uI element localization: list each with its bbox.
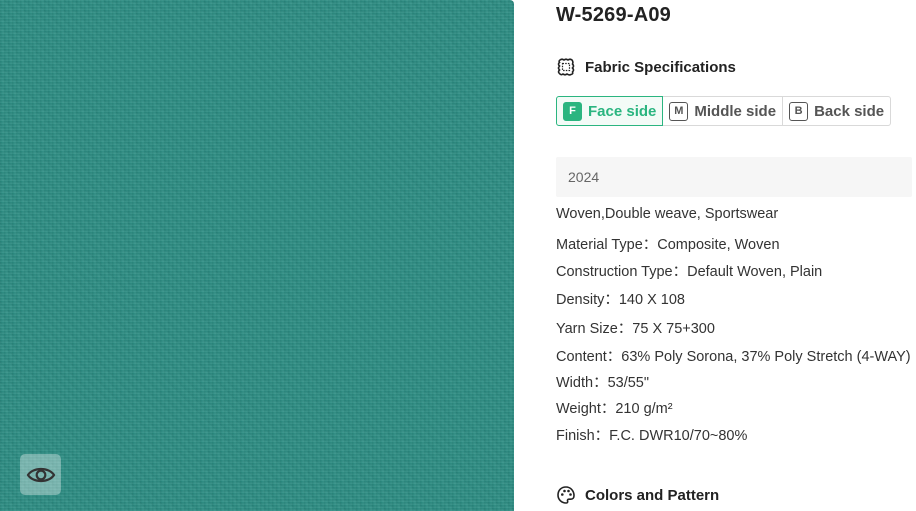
spec-yarn-size: Yarn Size：75 X 75+300: [556, 321, 715, 337]
back-side-letter: B: [789, 101, 809, 121]
face-side-letter: F: [563, 101, 582, 121]
fabric-specifications-label: Fabric Specifications: [585, 58, 736, 76]
view-swatch-button[interactable]: [20, 454, 61, 495]
face-side-button[interactable]: F Face side: [556, 96, 664, 126]
spec-density: Density：140 X 108: [556, 292, 685, 308]
spec-category: Woven,Double weave, Sportswear: [556, 206, 779, 222]
spec-construction-type: Construction Type：Default Woven, Plain: [556, 264, 823, 280]
year-value: 2024: [568, 169, 600, 185]
spec-material-type: Material Type：Composite, Woven: [556, 237, 780, 253]
fabric-side-selector: F Face side M Middle side B Back side: [556, 96, 892, 126]
colors-and-pattern-label: Colors and Pattern: [585, 486, 720, 504]
middle-side-label: Middle side: [694, 102, 777, 120]
back-side-label: Back side: [814, 102, 885, 120]
spec-width: Width：53/55": [556, 375, 649, 391]
spec-finish: Finish：F.C. DWR10/70~80%: [556, 428, 748, 444]
product-code-title: W-5269-A09: [556, 4, 671, 26]
middle-side-button[interactable]: M Middle side: [662, 96, 784, 126]
fabric-patch-icon: [557, 58, 575, 76]
middle-side-letter: M: [669, 101, 689, 121]
eye-icon: [26, 467, 55, 482]
year-box: 2024: [556, 157, 912, 197]
palette-icon: [557, 486, 575, 504]
colors-and-pattern-heading: Colors and Pattern: [556, 485, 719, 505]
spec-weight: Weight：210 g/m²: [556, 401, 673, 417]
fabric-specifications-heading: Fabric Specifications: [556, 57, 736, 77]
spec-content: Content：63% Poly Sorona, 37% Poly Stretc…: [556, 349, 911, 365]
fabric-swatch-image: [0, 0, 514, 511]
face-side-label: Face side: [588, 102, 657, 120]
back-side-button[interactable]: B Back side: [782, 96, 892, 126]
